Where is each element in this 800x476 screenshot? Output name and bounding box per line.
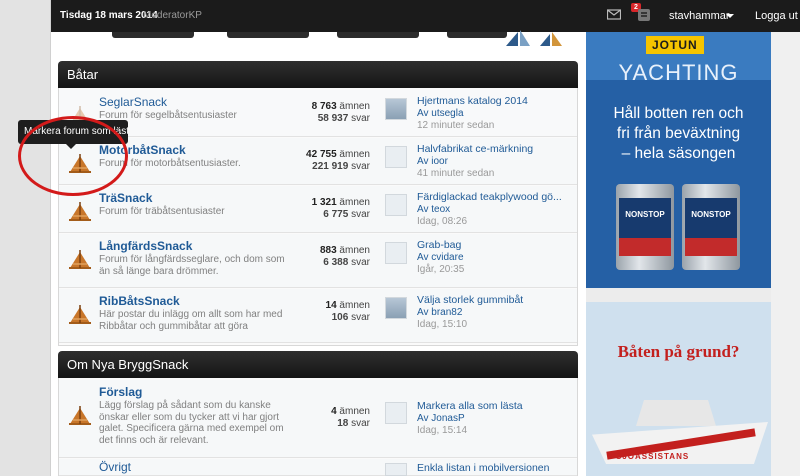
forum-list-om-nya-bryggsnack: Förslag Lägg förslag på sådant som du ka… [58,378,578,476]
notification-icon[interactable] [637,8,651,22]
forum-reply-count: 106 svar [331,312,370,323]
forum-row: SeglarSnack Forum för segelbåtsentusiast… [59,90,577,137]
forum-title-link[interactable]: Förslag [99,385,142,399]
forum-description: Här postar du inlägg om allt som har med… [99,309,283,332]
paint-can-image: NONSTOP [616,184,674,270]
nav-tab[interactable] [112,32,194,38]
forum-thread-count: 8 763 ämnen [311,101,370,112]
username-menu[interactable]: stavhammar [669,10,730,22]
last-post-author-link[interactable]: Av cvidare [417,252,464,263]
forum-title-link[interactable]: TräSnack [99,191,152,205]
last-post-author-link[interactable]: Av utsegla [417,108,464,119]
last-post-avatar[interactable] [385,146,407,168]
annotation-circle [18,116,128,196]
forum-title-link[interactable]: LångfärdsSnack [99,239,192,253]
forum-reply-count: 6 775 svar [323,209,370,220]
last-post-title-link[interactable]: Färdiglackad teakplywood gö... [417,191,577,203]
forum-unread-icon[interactable] [67,198,93,224]
forum-thread-count: 1 321 ämnen [311,197,370,208]
last-post-avatar[interactable] [385,402,407,424]
forum-title-link[interactable]: Övrigt [99,460,131,474]
jotun-logo: JOTUN [646,36,704,54]
last-post-time: 41 minuter sedan [417,168,495,179]
top-bar: Tisdag 18 mars 2014 ModeratorKP 2 stavha… [51,0,800,32]
forum-reply-count: 18 svar [337,418,370,429]
ad-slogan: Håll botten ren och fri från beväxtning … [613,105,744,162]
last-post-avatar[interactable] [385,297,407,319]
forum-thread-count: 42 755 ämnen [306,149,370,160]
forum-description: Forum för segelbåtsentusiaster [99,110,237,121]
sjoassistans-ad-banner[interactable]: Båten på grund? SJÖASSISTANS [586,302,771,476]
last-post-title-link[interactable]: Halvfabrikat ce-märkning [417,143,577,155]
last-post-title-link[interactable]: Enkla listan i mobilversionen [417,462,577,474]
forum-list-batar: SeglarSnack Forum för segelbåtsentusiast… [58,88,578,346]
last-post-author-link[interactable]: Av JonasP [417,413,465,424]
forum-reply-count: 58 937 svar [317,113,370,124]
last-post-avatar[interactable] [385,242,407,264]
right-page-margin [771,32,800,476]
forum-title-link[interactable]: SeglarSnack [99,95,167,109]
forum-description: Lägg förslag på sådant som du kanske öns… [99,400,284,446]
last-post-time: Idag, 08:26 [417,216,468,227]
last-post-time: Idag, 15:14 [417,425,468,436]
forum-reply-count: 6 388 svar [323,257,370,268]
section-header-om-nya-bryggsnack[interactable]: Om Nya BryggSnack [58,351,578,378]
nav-tab[interactable] [447,32,507,38]
last-post-author-link[interactable]: Av bran82 [417,307,462,318]
forum-row: TräSnack Forum för träbåtsentusiaster 1 … [59,186,577,233]
last-post-title-link[interactable]: Markera alla som lästa [417,400,577,412]
nav-tab[interactable] [337,32,419,38]
forum-unread-icon[interactable] [67,246,93,272]
ad-headline: Båten på grund? [617,342,740,361]
boat-name: SJÖASSISTANS [616,452,690,461]
forum-thread-count: 883 ämnen [319,245,370,256]
last-post-title-link[interactable]: Grab-bag [417,239,577,251]
last-post-title-link[interactable]: Hjertmans katalog 2014 [417,95,577,107]
forum-description: Forum för långfärdsseglare, och dom som … [99,254,285,277]
forum-thread-count: 14 ämnen [325,300,370,311]
forum-title-link[interactable]: RibBåtsSnack [99,294,180,308]
logout-link[interactable]: Logga ut [755,10,798,22]
last-post-author-link[interactable]: Av teox [417,204,450,215]
nav-tabs [112,32,512,40]
last-post-avatar[interactable] [385,194,407,216]
last-post-author-link[interactable]: Av ioor [417,156,448,167]
last-post-time: Igår, 20:35 [417,264,465,275]
boat-cabin-shape [636,400,716,426]
last-post-title-link[interactable]: Välja storlek gummibåt [417,294,577,306]
last-post-time: 12 minuter sedan [417,120,495,131]
forum-row: Övrigt Enkla listan i mobilversionen [59,459,577,476]
last-post-time: Idag, 15:10 [417,319,468,330]
last-post-avatar[interactable] [385,463,407,476]
section-header-batar[interactable]: Båtar [58,61,578,88]
forum-unread-icon[interactable] [67,402,93,428]
left-page-margin [0,0,51,476]
nav-tab[interactable] [227,32,309,38]
forum-row: LångfärdsSnack Forum för långfärdsseglar… [59,234,577,288]
forum-description: Forum för träbåtsentusiaster [99,206,225,217]
forum-thread-count: 4 ämnen [331,406,370,417]
paint-can-image: NONSTOP [682,184,740,270]
forum-row: Förslag Lägg förslag på sådant som du ka… [59,380,577,458]
forum-row: RibBåtsSnack Här postar du inlägg om all… [59,289,577,343]
jotun-ad-banner[interactable]: JOTUN YACHTING Håll botten ren och fri f… [586,32,771,288]
last-post-avatar[interactable] [385,98,407,120]
header-boats-illustration [506,30,562,46]
mail-icon[interactable] [607,8,621,20]
user-role: ModeratorKP [143,10,202,21]
forum-row: MotorbåtSnack Forum för motorbåtsentusia… [59,138,577,185]
forum-reply-count: 221 919 svar [312,161,370,172]
chevron-down-icon[interactable] [726,14,734,18]
forum-unread-icon[interactable] [67,301,93,327]
ad-headline: YACHTING [618,60,739,85]
